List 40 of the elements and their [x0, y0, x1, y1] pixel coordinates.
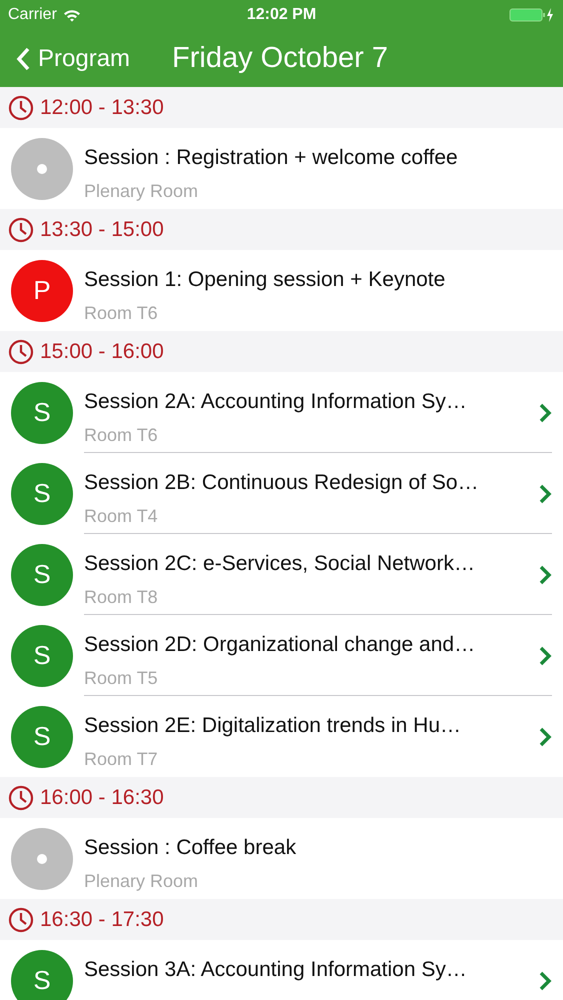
battery-icon	[509, 7, 555, 23]
time-range: 15:00 - 16:00	[40, 338, 164, 365]
wifi-icon	[62, 8, 81, 22]
time-range: 13:30 - 15:00	[40, 216, 164, 243]
session-title: Session : Coffee break	[84, 835, 298, 861]
back-chevron-icon	[16, 46, 30, 70]
room-label: Room T6	[84, 302, 159, 324]
clock-icon	[8, 338, 34, 364]
time-range: 16:30 - 17:30	[40, 906, 164, 933]
clock-icon	[8, 94, 34, 120]
avatar: S	[11, 706, 73, 768]
avatar: S	[11, 462, 73, 524]
session-title: Session 2D: Organizational change and…	[84, 632, 476, 658]
session-title: Session 1: Opening session + Keynote	[84, 267, 446, 293]
session-title: Session 2C: e-Services, Social Network…	[84, 551, 476, 577]
room-label: Room T8	[84, 586, 159, 608]
clock-icon	[8, 906, 34, 932]
avatar: S	[11, 382, 73, 444]
session-title: Session 2A: Accounting Information Sy…	[84, 389, 468, 415]
room-label: Room T7	[84, 748, 159, 770]
session-title: Session : Registration + welcome coffee	[84, 145, 459, 171]
avatar: S	[11, 544, 73, 606]
avatar: P	[11, 260, 73, 322]
room-label: Plenary Room	[84, 180, 200, 203]
session-title: Session 2E: Digitalization trends in Hu…	[84, 713, 462, 739]
clock-icon	[8, 784, 34, 810]
session-title: Session 3A: Accounting Information Sy…	[84, 957, 468, 983]
time-range: 12:00 - 13:30	[40, 94, 164, 121]
avatar: S	[11, 950, 73, 1000]
room-label: Room T5	[84, 666, 159, 690]
carrier-label: Carrier	[8, 5, 57, 25]
avatar: S	[11, 624, 73, 686]
room-label: Room T6	[84, 424, 159, 446]
room-label: Plenary Room	[84, 870, 200, 893]
clock-label: 12:02 PM	[246, 5, 316, 25]
room-label: Room T4	[84, 504, 159, 528]
time-range: 16:00 - 16:30	[40, 784, 164, 811]
clock-icon	[8, 216, 34, 242]
session-title: Session 2B: Continuous Redesign of So…	[84, 470, 480, 496]
screen-title: Friday October 7	[172, 40, 388, 76]
